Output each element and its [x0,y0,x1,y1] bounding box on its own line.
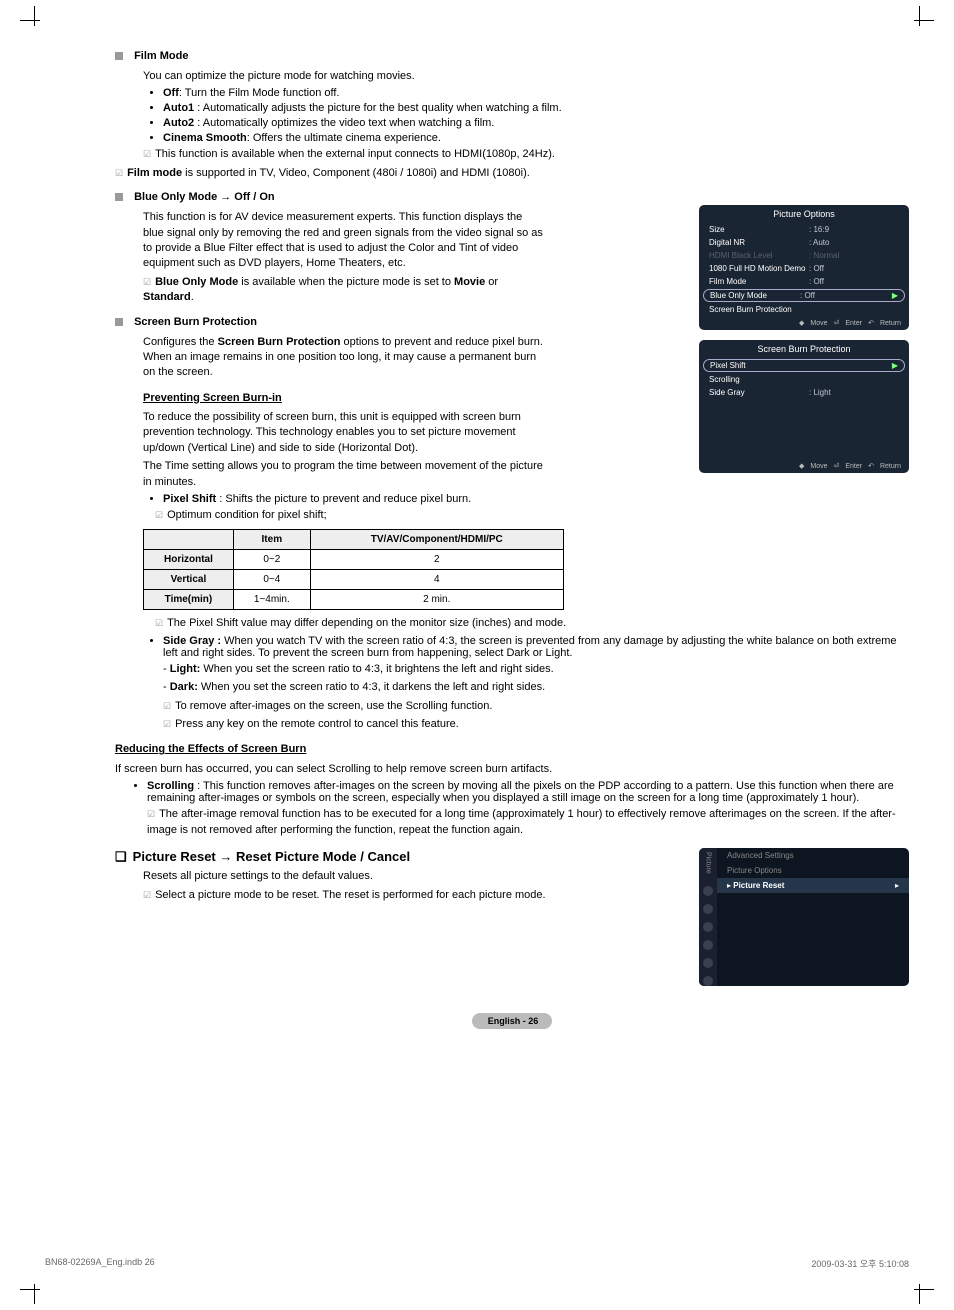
note: To remove after-images on the screen, us… [163,699,909,714]
menu-row-selected[interactable]: Pixel Shift ▶ [703,359,905,372]
square-bullet-icon [115,193,123,201]
heading-blue-only: Blue Only Mode → Off / On [134,191,275,203]
page-number: English - 26 [115,1013,909,1029]
square-bullet-icon [115,318,123,326]
note: The after-image removal function has to … [147,807,909,838]
menu-row-selected[interactable]: Blue Only Mode: Off ▶ [703,289,905,302]
doc-footer: BN68-02269A_Eng.indb 26 2009-03-31 오후 5:… [45,1257,909,1270]
menu-footer: ◆Move⏎Enter↶Return [699,316,909,330]
heading-film-mode: Film Mode [134,50,188,62]
menu-icon [703,940,713,950]
menu-row-selected[interactable]: ▸ Picture Reset ▸ [717,878,909,893]
menu-icon [703,922,713,932]
chevron-right-icon: ▸ [895,881,899,890]
subheading-reduce: Reducing the Effects of Screen Burn [115,742,909,757]
note: Optimum condition for pixel shift; [155,508,909,523]
square-bullet-icon [115,52,123,60]
note: This function is available when the exte… [143,147,909,162]
menu-screen-burn: Screen Burn Protection Pixel Shift ▶ Scr… [699,340,909,473]
play-icon: ▶ [892,291,898,300]
list-item: Side Gray : When you watch TV with the s… [163,635,909,733]
subheading-prevent: Preventing Screen Burn-in [143,391,545,406]
note: Film mode is supported in TV, Video, Com… [115,166,909,181]
note: The Pixel Shift value may differ dependi… [155,616,909,631]
note: Blue Only Mode is available when the pic… [143,275,545,306]
menu-title: Picture Options [699,205,909,223]
list-item: Cinema Smooth: Offers the ultimate cinem… [163,132,909,144]
menu-icon [703,958,713,968]
menu-item-size: Size [709,225,809,234]
heading-screen-burn: Screen Burn Protection [134,316,257,328]
menu-picture-reset: Picture Advanced Settings Picture Option… [699,848,909,986]
note: Press any key on the remote control to c… [163,717,909,732]
menu-icon [703,886,713,896]
menu-picture-options: Picture Options Size: 16:9 Digital NR: A… [699,205,909,330]
list-item: Auto1 : Automatically adjusts the pictur… [163,102,909,114]
list-item: Auto2 : Automatically optimizes the vide… [163,117,909,129]
play-icon: ▶ [892,361,898,370]
list-item: Off: Turn the Film Mode function off. [163,87,909,99]
menu-icon [703,976,713,986]
list-item: Scrolling : This function removes after-… [147,780,909,838]
pixel-shift-table: ItemTV/AV/Component/HDMI/PC Horizontal0~… [143,529,564,610]
menu-icon [703,904,713,914]
list-item: Pixel Shift : Shifts the picture to prev… [163,493,909,505]
